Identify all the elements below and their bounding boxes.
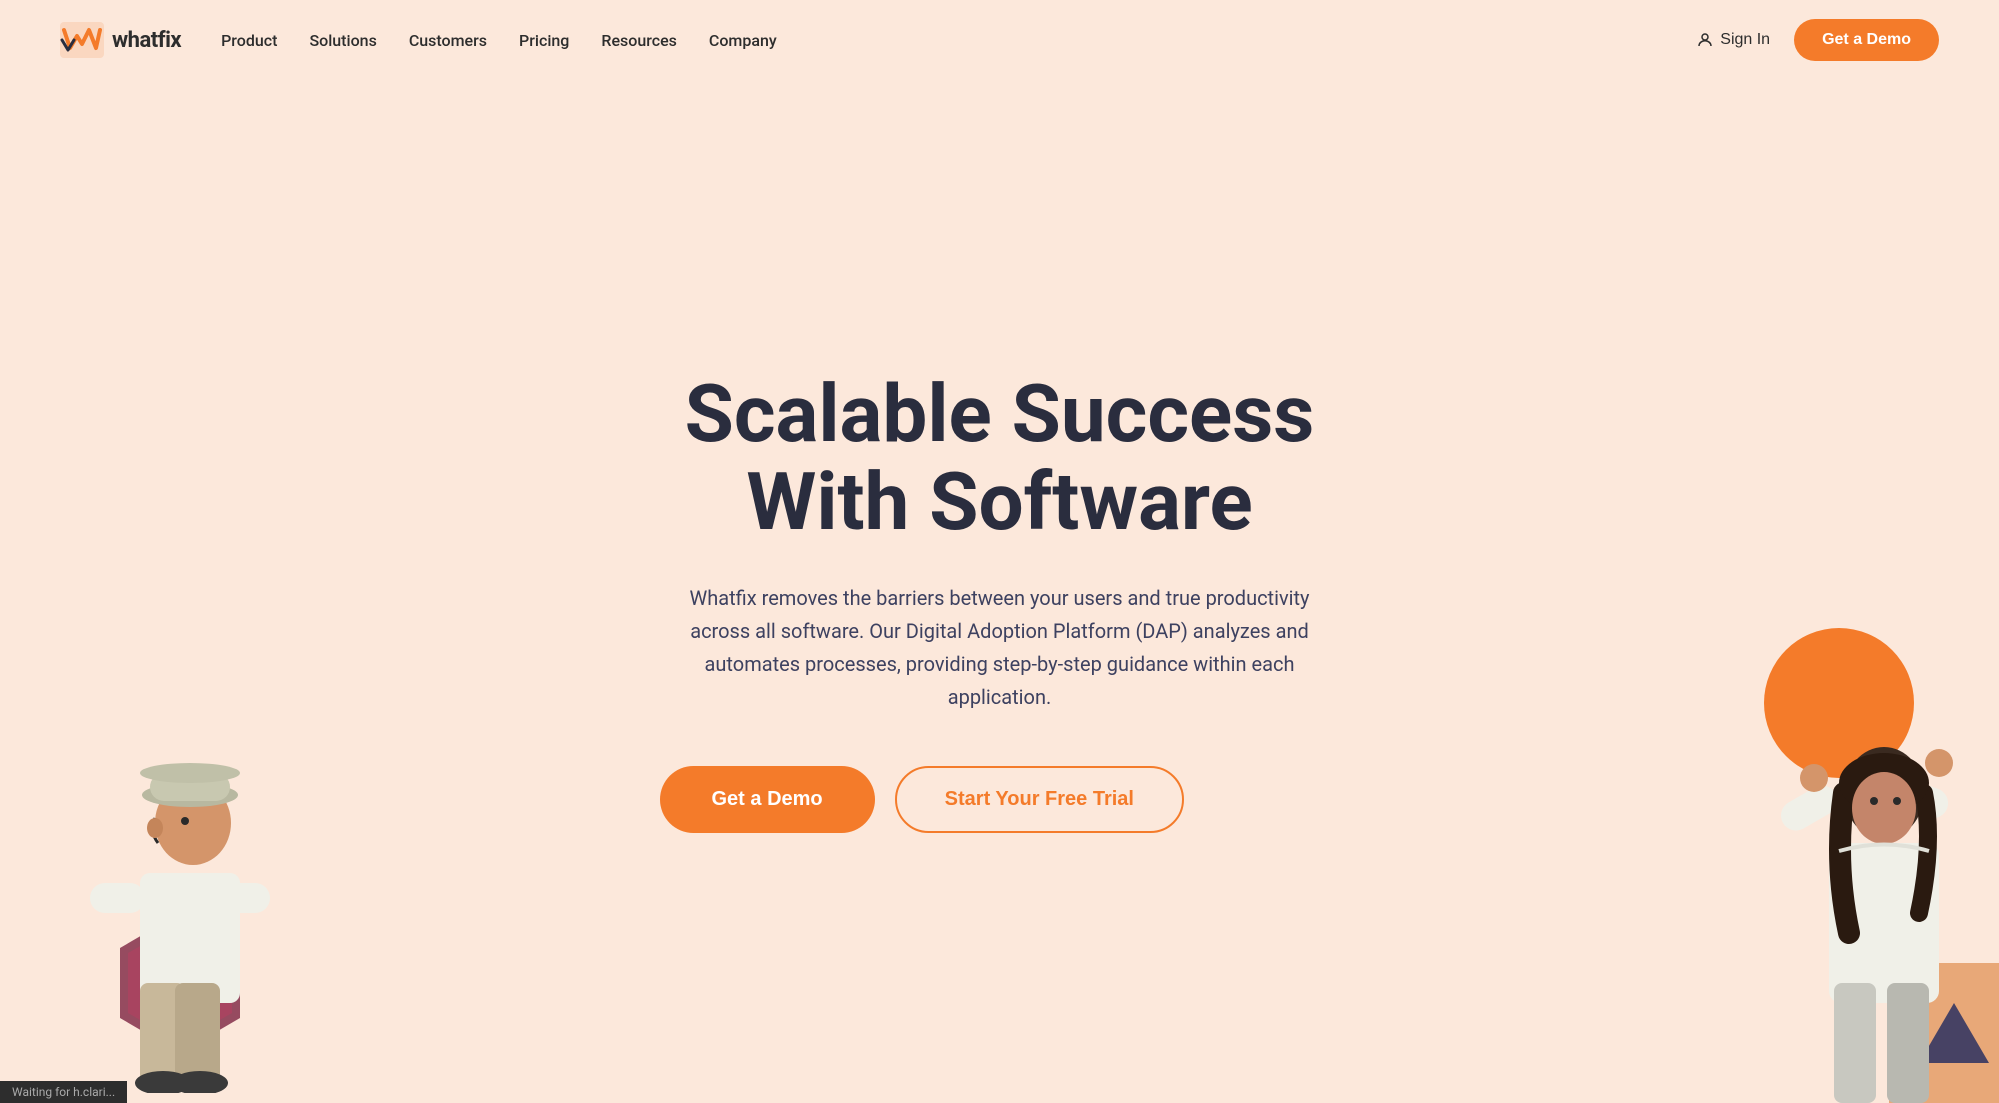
hero-free-trial-button[interactable]: Start Your Free Trial xyxy=(895,766,1184,833)
hero-buttons: Get a Demo Start Your Free Trial xyxy=(660,766,1340,833)
sign-in-button[interactable]: Sign In xyxy=(1696,31,1770,49)
left-person-svg xyxy=(10,603,350,1093)
navbar-right: Sign In Get a Demo xyxy=(1696,19,1939,61)
hero-section: Scalable Success With Software Whatfix r… xyxy=(0,80,1999,1103)
sign-in-label: Sign In xyxy=(1720,31,1770,49)
status-text: Waiting for h.clari... xyxy=(12,1085,115,1099)
nav-link-company[interactable]: Company xyxy=(709,31,777,50)
illustration-left xyxy=(0,603,360,1103)
nav-link-pricing[interactable]: Pricing xyxy=(519,31,569,50)
navbar: whatfix Product Solutions Customers Pric… xyxy=(0,0,1999,80)
hero-get-demo-button[interactable]: Get a Demo xyxy=(660,766,875,833)
illustration-right xyxy=(1619,583,1999,1103)
nav-item-customers[interactable]: Customers xyxy=(409,31,487,50)
brand-name: whatfix xyxy=(112,28,181,53)
nav-item-resources[interactable]: Resources xyxy=(601,31,677,50)
hero-title-line2: With Software xyxy=(746,455,1252,549)
nav-item-pricing[interactable]: Pricing xyxy=(519,31,569,50)
hero-description: Whatfix removes the barriers between you… xyxy=(660,582,1340,714)
hero-title-line1: Scalable Success xyxy=(685,367,1315,461)
nav-link-solutions[interactable]: Solutions xyxy=(309,31,376,50)
hero-title: Scalable Success With Software xyxy=(660,370,1340,546)
user-icon xyxy=(1696,31,1714,49)
logo[interactable]: whatfix xyxy=(60,22,181,58)
nav-links: Product Solutions Customers Pricing Reso… xyxy=(221,31,777,50)
nav-item-product[interactable]: Product xyxy=(221,31,277,50)
right-person-svg xyxy=(1619,583,1999,1103)
get-demo-nav-button[interactable]: Get a Demo xyxy=(1794,19,1939,61)
status-bar: Waiting for h.clari... xyxy=(0,1081,127,1103)
nav-link-customers[interactable]: Customers xyxy=(409,31,487,50)
navbar-left: whatfix Product Solutions Customers Pric… xyxy=(60,22,777,58)
whatfix-logo-icon xyxy=(60,22,104,58)
nav-link-product[interactable]: Product xyxy=(221,31,277,50)
nav-link-resources[interactable]: Resources xyxy=(601,31,677,50)
hero-content: Scalable Success With Software Whatfix r… xyxy=(660,370,1340,833)
nav-item-solutions[interactable]: Solutions xyxy=(309,31,376,50)
nav-item-company[interactable]: Company xyxy=(709,31,777,50)
